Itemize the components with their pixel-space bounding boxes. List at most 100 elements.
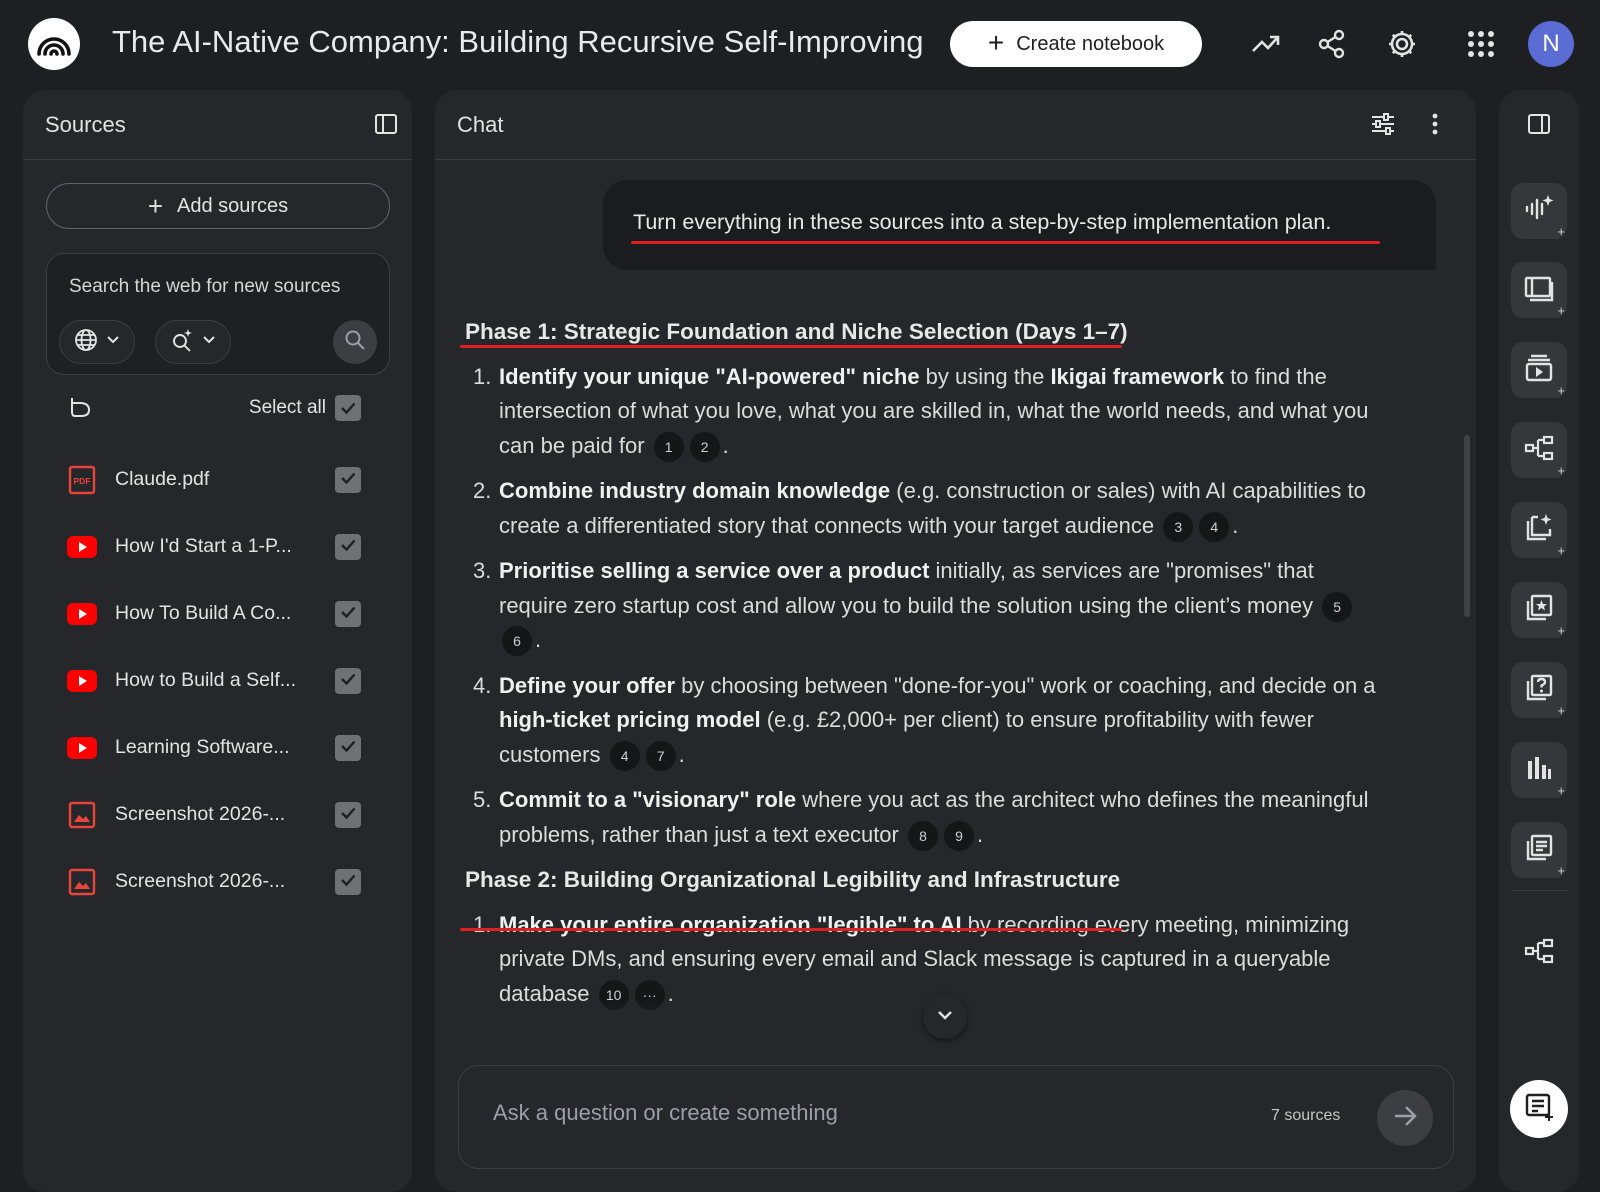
bold-phrase: Identify your unique "AI-powered" niche xyxy=(499,363,920,389)
select-all-label[interactable]: Select all xyxy=(249,397,326,419)
checkmark-icon xyxy=(339,871,357,894)
chat-header: Chat xyxy=(435,90,1476,160)
data-table-button[interactable]: + xyxy=(1511,822,1567,878)
chevron-down-icon xyxy=(936,1006,954,1029)
source-item[interactable]: How To Build A Co... xyxy=(23,586,412,642)
globe-icon xyxy=(74,328,98,357)
reload-sources-icon[interactable] xyxy=(67,395,93,426)
table-doc-icon xyxy=(1524,833,1554,868)
chat-panel: Chat Turn everything in these sources in… xyxy=(435,90,1476,1192)
flashcards-button[interactable]: + xyxy=(1511,582,1567,638)
bold-phrase: Commit to a "visionary" role xyxy=(499,787,797,812)
checkmark-icon xyxy=(339,804,357,827)
bold-phrase: Ikigai framework xyxy=(1050,363,1225,389)
collapse-panel-icon[interactable] xyxy=(374,112,398,142)
citation-chip[interactable]: 9 xyxy=(944,820,974,851)
infographic-button[interactable]: + xyxy=(1511,742,1567,798)
period: . xyxy=(977,821,984,847)
source-item[interactable]: PDF Claude.pdf xyxy=(23,452,412,508)
slides-icon xyxy=(1523,274,1555,307)
select-all-checkbox[interactable] xyxy=(335,395,361,421)
image-icon xyxy=(67,800,97,830)
citation-chip[interactable]: 4 xyxy=(1199,511,1230,542)
source-name: Learning Software... xyxy=(115,736,290,758)
period: . xyxy=(678,741,685,767)
audio-overview-button[interactable]: + xyxy=(1511,183,1567,239)
plus-icon: + xyxy=(1557,303,1565,318)
source-checkbox[interactable] xyxy=(335,735,361,761)
chevron-down-icon xyxy=(202,333,216,352)
mind-map-button[interactable]: + xyxy=(1511,422,1567,478)
bold-phrase: high-ticket pricing model xyxy=(499,707,761,732)
checkmark-icon xyxy=(339,737,357,760)
studio-divider xyxy=(1511,890,1567,891)
bold-phrase: Combine industry domain knowledge xyxy=(499,478,891,503)
web-source-dropdown[interactable] xyxy=(59,320,135,364)
source-name: Screenshot 2026-... xyxy=(115,803,286,825)
source-item[interactable]: Screenshot 2026-... xyxy=(23,854,412,910)
chat-scrollbar[interactable] xyxy=(1464,435,1470,617)
plus-icon: + xyxy=(1557,623,1565,638)
apps-grid-icon[interactable] xyxy=(1461,24,1501,64)
arrow-right-icon xyxy=(1392,1103,1418,1134)
source-checkbox[interactable] xyxy=(335,869,361,895)
assistant-response: Phase 1: Strategic Foundation and Niche … xyxy=(465,315,1385,1022)
citation-chip[interactable]: 4 xyxy=(609,740,640,771)
web-search-label[interactable]: Search the web for new sources xyxy=(69,276,340,298)
citation-chip[interactable]: 2 xyxy=(689,431,720,462)
more-vert-icon[interactable] xyxy=(1431,112,1439,142)
source-checkbox[interactable] xyxy=(335,534,361,560)
chat-input[interactable] xyxy=(493,1100,1233,1126)
mind-map-note-icon[interactable] xyxy=(1524,938,1554,969)
source-item[interactable]: How I'd Start a 1-P... xyxy=(23,519,412,575)
bar-chart-icon xyxy=(1525,755,1553,786)
share-icon[interactable] xyxy=(1312,24,1352,64)
citation-chip[interactable]: 6 xyxy=(502,626,532,657)
list-item: 5. Commit to a "visionary" role where you… xyxy=(473,783,1385,852)
chat-settings-sliders-icon[interactable] xyxy=(1370,111,1396,143)
list-item: 3. Prioritise selling a service over a pr… xyxy=(473,554,1385,658)
research-mode-dropdown[interactable] xyxy=(155,320,231,364)
quiz-button[interactable]: + xyxy=(1511,662,1567,718)
notebook-title[interactable]: The AI-Native Company: Building Recursiv… xyxy=(112,24,922,60)
source-checkbox[interactable] xyxy=(335,601,361,627)
citation-chip[interactable]: 8 xyxy=(908,820,938,851)
checkmark-icon xyxy=(339,469,357,492)
video-overview-button[interactable]: + xyxy=(1511,342,1567,398)
citation-chip[interactable]: 1 xyxy=(653,431,684,462)
expand-panel-icon[interactable] xyxy=(1527,112,1551,141)
search-submit-button[interactable] xyxy=(333,320,377,364)
notebooklm-logo-icon[interactable] xyxy=(28,18,80,70)
add-note-button[interactable] xyxy=(1510,1080,1568,1138)
user-message-bubble: Turn everything in these sources into a … xyxy=(603,180,1436,270)
list-item: 4. Define your offer by choosing between … xyxy=(473,669,1385,773)
source-item[interactable]: Learning Software... xyxy=(23,720,412,776)
annotation-underline xyxy=(631,241,1380,244)
source-count: 7 sources xyxy=(1271,1107,1341,1124)
scroll-down-button[interactable] xyxy=(923,995,967,1039)
youtube-icon xyxy=(67,532,97,562)
source-item[interactable]: Screenshot 2026-... xyxy=(23,787,412,843)
phase2-heading: Phase 2: Building Organizational Legibil… xyxy=(465,867,1121,892)
citation-chip[interactable]: 3 xyxy=(1163,511,1194,542)
citation-chip[interactable]: 5 xyxy=(1322,591,1353,622)
reports-button[interactable]: + xyxy=(1511,502,1567,558)
sources-panel: Sources + Add sources Search the web for… xyxy=(23,90,412,1192)
add-sources-label: Add sources xyxy=(177,194,289,217)
create-notebook-button[interactable]: + Create notebook xyxy=(950,21,1202,67)
flashcards-star-icon xyxy=(1524,593,1554,628)
plus-icon: + xyxy=(1557,783,1565,798)
source-checkbox[interactable] xyxy=(335,467,361,493)
plus-icon: + xyxy=(1557,703,1565,718)
source-item[interactable]: How to Build a Self... xyxy=(23,653,412,709)
settings-gear-icon[interactable] xyxy=(1382,24,1422,64)
add-sources-button[interactable]: + Add sources xyxy=(46,183,390,229)
slides-button[interactable]: + xyxy=(1511,262,1567,318)
analytics-icon[interactable] xyxy=(1246,24,1286,64)
send-button[interactable] xyxy=(1377,1090,1433,1146)
period: . xyxy=(722,432,729,458)
source-checkbox[interactable] xyxy=(335,802,361,828)
citation-chip[interactable]: 7 xyxy=(645,740,676,771)
user-avatar[interactable]: N xyxy=(1528,21,1574,67)
source-checkbox[interactable] xyxy=(335,668,361,694)
